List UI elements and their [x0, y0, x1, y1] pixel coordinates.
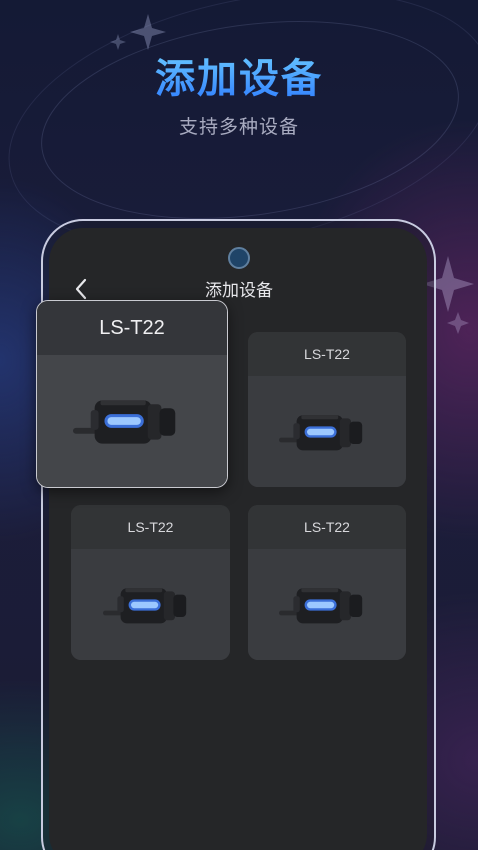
front-camera [228, 247, 250, 269]
device-image-area [71, 549, 230, 660]
hero-title: 添加设备 [0, 46, 478, 104]
hero-subtitle: 支持多种设备 [178, 116, 299, 138]
device-camera-image [279, 587, 363, 623]
device-card[interactable]: LS-T22 [248, 332, 406, 487]
chevron-left-icon [75, 278, 87, 300]
sparkle-icon [130, 14, 166, 50]
sparkle-icon [447, 312, 469, 334]
device-card[interactable]: LS-T22 [248, 505, 406, 660]
device-card-selected[interactable]: LS-T22 [36, 300, 228, 488]
device-camera-image [73, 400, 176, 444]
device-name: LS-T22 [248, 505, 406, 549]
device-name: LS-T22 [248, 332, 406, 376]
device-name: LS-T22 [71, 505, 230, 549]
device-name: LS-T22 [37, 301, 227, 355]
device-camera-image [279, 414, 363, 450]
device-image-area [37, 355, 227, 487]
back-button[interactable] [68, 276, 94, 302]
device-camera-image [102, 587, 186, 623]
device-image-area [248, 376, 406, 487]
screen-title: 添加设备 [205, 281, 273, 301]
device-image-area [248, 549, 406, 660]
device-card[interactable]: LS-T22 [71, 505, 230, 660]
